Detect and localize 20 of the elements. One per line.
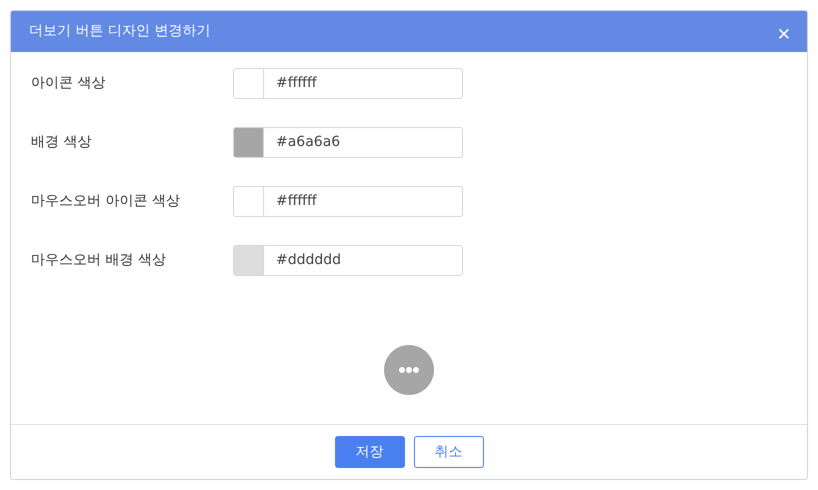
color-value: #a6a6a6 [275, 133, 340, 152]
field-label: 아이콘 색상 [31, 74, 106, 93]
dialog-title: 더보기 버튼 디자인 변경하기 [29, 22, 210, 41]
color-swatch[interactable] [234, 187, 264, 216]
color-input[interactable]: #dddddd [233, 245, 463, 276]
cancel-button[interactable]: 취소 [414, 436, 484, 468]
color-swatch[interactable] [234, 246, 264, 275]
more-icon [399, 367, 419, 373]
field-label: 마우스오버 아이콘 색상 [31, 192, 181, 211]
color-value: #dddddd [275, 251, 342, 270]
color-swatch[interactable] [234, 69, 264, 98]
color-value: #ffffff [275, 74, 317, 93]
save-button[interactable]: 저장 [334, 436, 404, 468]
color-value: #ffffff [275, 192, 317, 211]
color-input[interactable]: #a6a6a6 [233, 127, 463, 158]
color-swatch[interactable] [234, 128, 264, 157]
field-label: 마우스오버 배경 색상 [31, 251, 167, 270]
field-label: 배경 색상 [31, 133, 92, 152]
color-input[interactable]: #ffffff [233, 186, 463, 217]
color-input[interactable]: #ffffff [233, 68, 463, 99]
